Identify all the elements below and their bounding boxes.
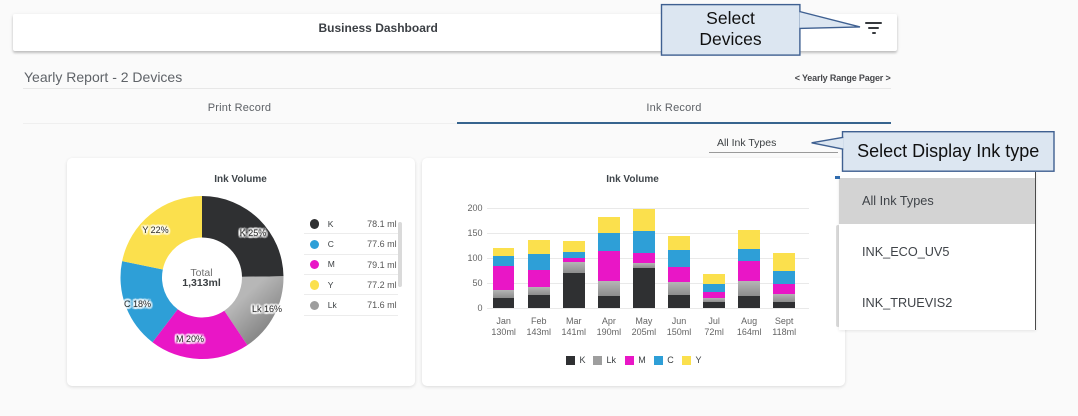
svg-text:Select Display Ink type: Select Display Ink type (857, 141, 1039, 161)
